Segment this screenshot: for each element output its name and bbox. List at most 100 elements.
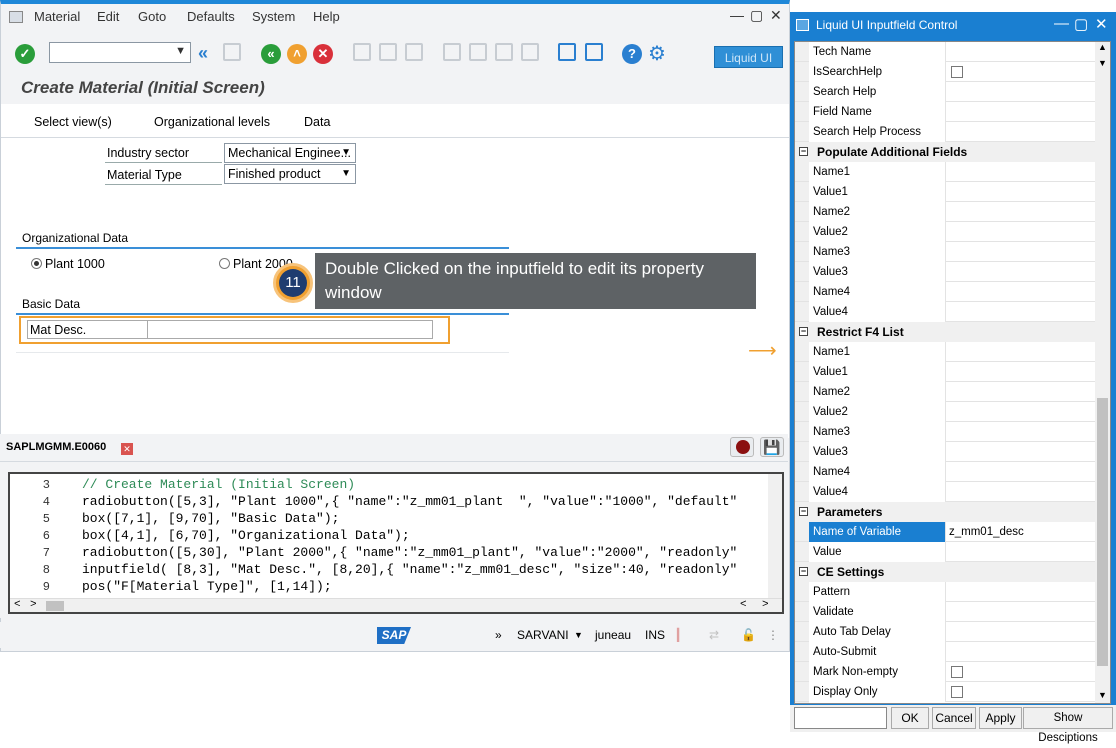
scroll-thumb[interactable] xyxy=(1097,398,1108,666)
property-row[interactable]: Name4 xyxy=(795,462,1096,482)
back-arrows-icon[interactable]: « xyxy=(198,43,208,64)
property-value[interactable] xyxy=(946,262,1096,282)
ok-button[interactable]: OK xyxy=(891,707,929,729)
save-script-icon[interactable]: 💾 xyxy=(760,437,784,457)
settings-gear-icon[interactable]: ⚙ xyxy=(648,41,666,66)
property-value[interactable] xyxy=(946,182,1096,202)
property-section[interactable]: − Parameters xyxy=(795,502,1096,522)
cancel-button[interactable]: Cancel xyxy=(932,707,976,729)
property-value[interactable] xyxy=(946,362,1096,382)
property-row[interactable]: Value2 xyxy=(795,222,1096,242)
scroll-right-icon[interactable]: > xyxy=(762,599,769,611)
scroll-down-icon[interactable]: ▼ xyxy=(1098,690,1107,700)
scroll-right-icon[interactable]: > xyxy=(30,599,37,611)
property-row[interactable]: Value1 xyxy=(795,362,1096,382)
collapse-icon[interactable]: − xyxy=(799,567,808,576)
menu-material[interactable]: Material xyxy=(34,9,80,24)
property-row[interactable]: Pattern xyxy=(795,582,1096,602)
property-value[interactable] xyxy=(946,202,1096,222)
property-value[interactable] xyxy=(946,42,1096,62)
liquid-ui-button[interactable]: Liquid UI xyxy=(714,46,783,68)
more-icon[interactable]: ⋮ xyxy=(767,628,779,642)
mat-desc-input[interactable] xyxy=(147,320,433,339)
property-value[interactable] xyxy=(946,422,1096,442)
property-value[interactable] xyxy=(946,82,1096,102)
menu-goto[interactable]: Goto xyxy=(138,9,166,24)
property-checkbox[interactable] xyxy=(951,686,963,698)
next-page-icon[interactable] xyxy=(495,43,513,61)
maximize-icon[interactable]: ▢ xyxy=(1074,15,1088,33)
property-value[interactable] xyxy=(946,482,1096,502)
scroll-left-icon[interactable]: < xyxy=(14,599,21,611)
apply-button[interactable]: Apply xyxy=(979,707,1022,729)
property-value[interactable] xyxy=(946,462,1096,482)
find-next-icon[interactable] xyxy=(405,43,423,61)
property-value[interactable] xyxy=(946,402,1096,422)
property-value[interactable] xyxy=(946,542,1096,562)
scroll-up-icon[interactable]: ▲ xyxy=(1098,42,1107,52)
menu-help[interactable]: Help xyxy=(313,9,340,24)
property-value[interactable]: z_mm01_desc xyxy=(946,522,1096,542)
property-row[interactable]: Auto-Submit xyxy=(795,642,1096,662)
property-row[interactable]: Auto Tab Delay xyxy=(795,622,1096,642)
print-icon[interactable] xyxy=(353,43,371,61)
industry-sector-dropdown[interactable]: Mechanical Enginee... ▼ xyxy=(224,143,356,163)
property-value[interactable] xyxy=(946,382,1096,402)
property-row[interactable]: Value2 xyxy=(795,402,1096,422)
property-row[interactable]: Value3 xyxy=(795,442,1096,462)
select-views-button[interactable]: Select view(s) xyxy=(34,115,112,129)
menu-edit[interactable]: Edit xyxy=(97,9,119,24)
previous-page-icon[interactable] xyxy=(469,43,487,61)
dialog-input[interactable] xyxy=(794,707,887,729)
show-descriptions-button[interactable]: Show Desciptions xyxy=(1023,707,1113,744)
command-field[interactable]: ▼ xyxy=(49,42,191,63)
scroll-thumb[interactable] xyxy=(46,601,64,611)
collapse-icon[interactable]: − xyxy=(799,327,808,336)
property-value[interactable] xyxy=(946,242,1096,262)
material-type-dropdown[interactable]: Finished product ▼ xyxy=(224,164,356,184)
property-value[interactable] xyxy=(946,622,1096,642)
collapse-icon[interactable]: − xyxy=(799,147,808,156)
organizational-levels-button[interactable]: Organizational levels xyxy=(154,115,270,129)
minimize-icon[interactable]: — xyxy=(1054,15,1069,32)
back-icon[interactable]: « xyxy=(261,44,281,64)
property-row[interactable]: Value3 xyxy=(795,262,1096,282)
property-value[interactable] xyxy=(946,642,1096,662)
help-icon[interactable]: ? xyxy=(622,44,642,64)
property-row[interactable]: Name3 xyxy=(795,242,1096,262)
property-value[interactable] xyxy=(946,122,1096,142)
property-value[interactable] xyxy=(946,442,1096,462)
cancel-icon[interactable]: ✕ xyxy=(313,44,333,64)
property-row[interactable]: Mark Non-empty xyxy=(795,662,1096,682)
editor-tab[interactable]: SAPLMGMM.E0060 xyxy=(6,441,106,453)
property-row[interactable]: Name4 xyxy=(795,282,1096,302)
property-row[interactable]: Field Name xyxy=(795,102,1096,122)
property-row[interactable]: Value4 xyxy=(795,482,1096,502)
collapse-icon[interactable]: − xyxy=(799,507,808,516)
find-icon[interactable] xyxy=(379,43,397,61)
property-row[interactable]: Display Only xyxy=(795,682,1096,702)
property-value[interactable] xyxy=(946,302,1096,322)
record-icon[interactable] xyxy=(730,437,754,457)
close-icon[interactable]: ✕ xyxy=(770,7,782,24)
property-value[interactable] xyxy=(946,282,1096,302)
app-icon[interactable] xyxy=(9,11,23,23)
code-area[interactable]: 3 // Create Material (Initial Screen) 4 ra… xyxy=(8,472,784,614)
first-page-icon[interactable] xyxy=(443,43,461,61)
property-value[interactable] xyxy=(946,102,1096,122)
minimize-icon[interactable]: — xyxy=(730,7,744,23)
property-section[interactable]: − Restrict F4 List xyxy=(795,322,1096,342)
close-icon[interactable]: ✕ xyxy=(1095,15,1108,33)
scroll-down-icon[interactable]: ▼ xyxy=(1098,58,1107,68)
create-shortcut-icon[interactable] xyxy=(585,43,603,61)
property-row[interactable]: Name1 xyxy=(795,342,1096,362)
code-horizontal-scrollbar[interactable]: < > < > xyxy=(10,598,782,612)
last-page-icon[interactable] xyxy=(521,43,539,61)
create-session-icon[interactable] xyxy=(558,43,576,61)
save-icon[interactable] xyxy=(223,43,241,61)
property-value[interactable] xyxy=(946,162,1096,182)
lock-icon[interactable]: 🔓 xyxy=(741,628,756,642)
property-row[interactable]: Name1 xyxy=(795,162,1096,182)
property-row[interactable]: Name of Variable z_mm01_desc xyxy=(795,522,1096,542)
code-vertical-scrollbar[interactable] xyxy=(768,474,782,598)
